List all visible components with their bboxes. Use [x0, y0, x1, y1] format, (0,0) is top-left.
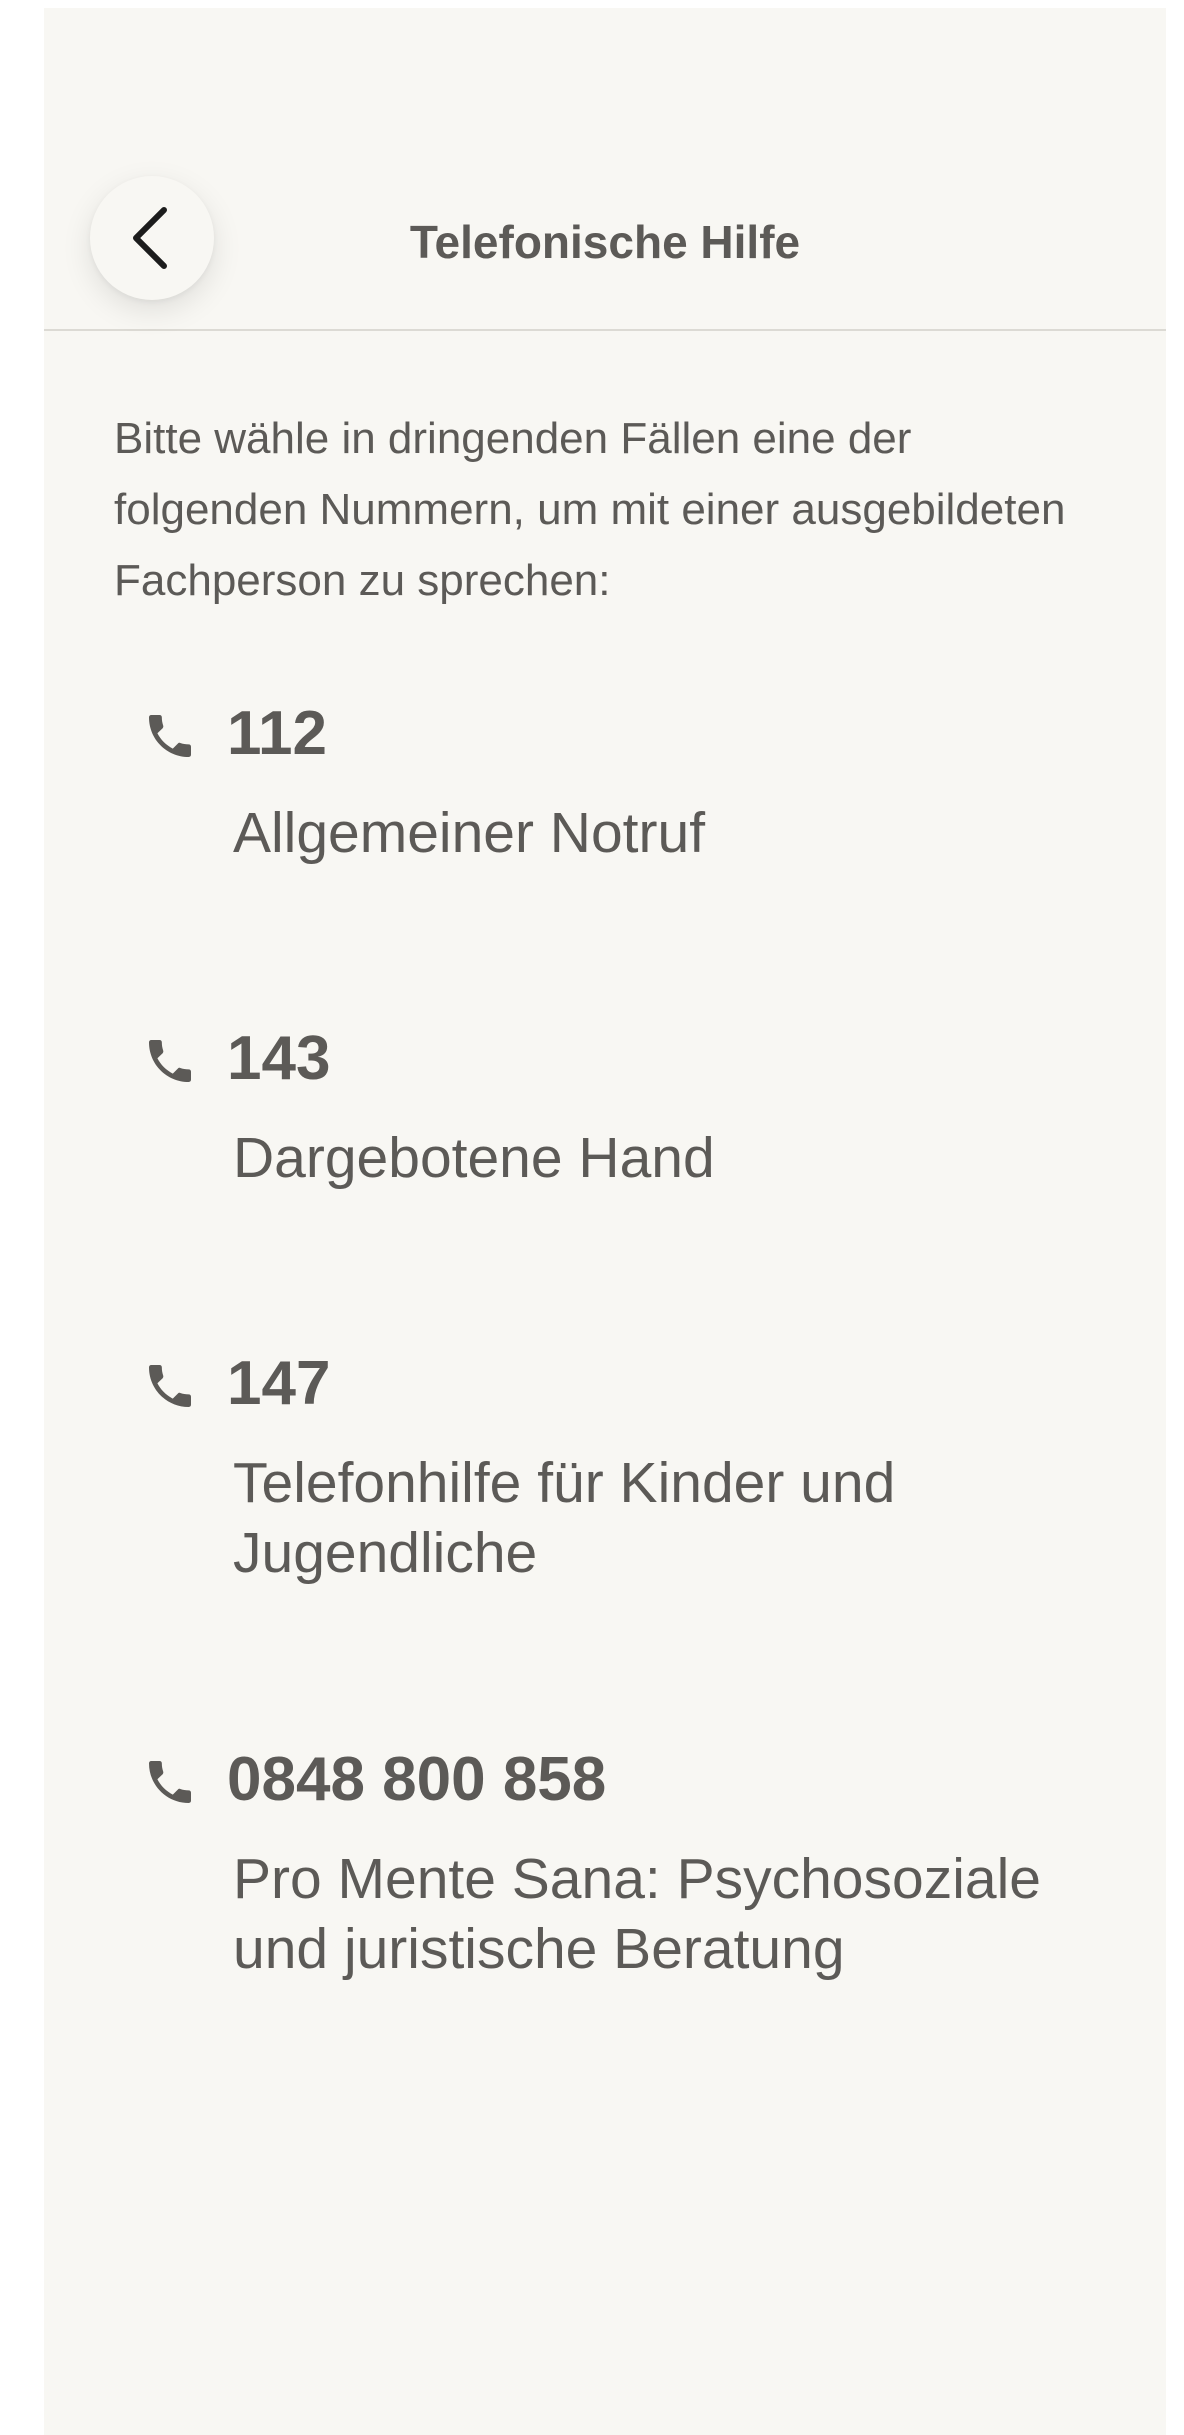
intro-text: Bitte wähle in dringenden Fällen eine de…: [114, 414, 1066, 605]
phone-icon: [142, 1033, 198, 1089]
contact-label: Allgemeiner Notruf: [233, 801, 706, 865]
contact-label: Pro Mente Sana: Psychosoziale und jurist…: [233, 1847, 1041, 1981]
phone-number-link[interactable]: 0848 800 858: [227, 1744, 606, 1816]
page-title: Telefonische Hilfe: [409, 216, 801, 268]
header: Telefonische Hilfe: [44, 8, 1166, 331]
phone-screen: Telefonische Hilfe Bitte wähle in dringe…: [44, 8, 1166, 2435]
phone-icon: [142, 1358, 198, 1414]
phone-icon: [142, 1754, 198, 1810]
phone-icon: [142, 708, 198, 764]
phone-number-link[interactable]: 112: [227, 698, 327, 770]
phone-number-link[interactable]: 147: [227, 1348, 330, 1420]
contact-label: Dargebotene Hand: [233, 1126, 715, 1190]
contact-label: Telefonhilfe für Kinder und Jugendliche: [233, 1451, 896, 1585]
phone-number-link[interactable]: 143: [227, 1023, 330, 1095]
